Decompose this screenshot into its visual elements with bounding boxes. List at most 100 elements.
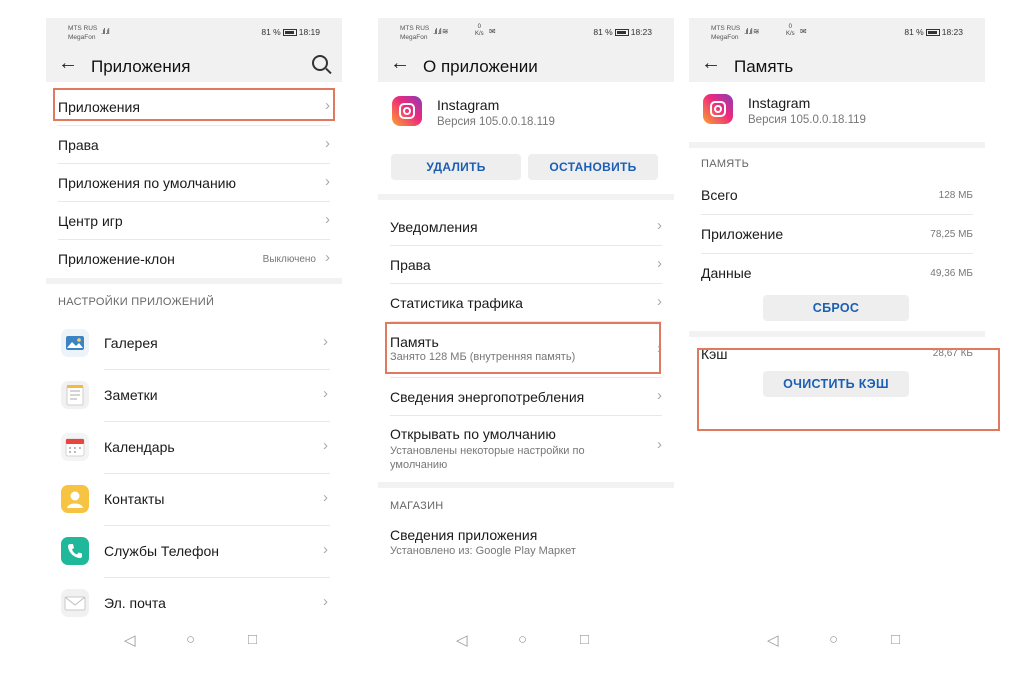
row-label: Статистика трафика: [390, 295, 523, 311]
chevron-right-icon: ›: [325, 135, 330, 152]
back-arrow-icon[interactable]: ←: [390, 52, 410, 75]
app-row-calendar[interactable]: Календарь ›: [58, 422, 342, 474]
gallery-icon: [61, 329, 89, 357]
back-arrow-icon[interactable]: ←: [58, 52, 78, 75]
screen-storage: MTS RUS MegaFon .ıl .ıl ≋ 0 K/s ✉ 81 % 18:…: [689, 18, 985, 663]
app-name: Эл. почта: [104, 595, 166, 611]
app-row-contacts[interactable]: Контакты ›: [58, 474, 342, 526]
highlight-box: [53, 88, 335, 121]
clock: 18:23: [630, 27, 652, 37]
contacts-icon: [61, 485, 89, 513]
back-triangle-icon[interactable]: ◁: [124, 631, 136, 649]
row-subtitle: Установлены некоторые настройки по умолч…: [390, 445, 585, 471]
app-name: Instagram: [437, 97, 500, 113]
chevron-right-icon: ›: [657, 293, 662, 310]
chevron-right-icon: ›: [325, 173, 330, 190]
back-triangle-icon[interactable]: ◁: [456, 631, 468, 649]
app-header: Instagram Версия 105.0.0.18.119: [378, 82, 674, 146]
chevron-right-icon: ›: [323, 593, 328, 610]
force-stop-button[interactable]: ОСТАНОВИТЬ: [528, 154, 658, 180]
storage-row-app: Приложение 78,25 МБ: [701, 215, 973, 254]
info-row-open-by-default[interactable]: Открывать по умолчанию Установлены некот…: [390, 416, 662, 482]
battery-icon: [925, 29, 940, 36]
row-value: 78,25 МБ: [930, 229, 973, 240]
uninstall-button[interactable]: УДАЛИТЬ: [391, 154, 521, 180]
battery-percent: 81 %: [261, 27, 281, 37]
info-row-permissions[interactable]: Права ›: [390, 246, 662, 284]
chevron-right-icon: ›: [323, 541, 328, 558]
settings-row-game-center[interactable]: Центр игр ›: [58, 202, 330, 240]
app-bar: ← Память: [689, 48, 985, 82]
app-row-phone-services[interactable]: Службы Телефон ›: [58, 526, 342, 578]
row-label: Приложение-клон: [58, 251, 175, 267]
status-bar: MTS RUS MegaFon .ıl .ıl ≋ 0 K/s ✉ 81 % 18:…: [689, 18, 985, 48]
status-bar: MTS RUS MegaFon .ıl .ıl ≋ 0 K/s ✉ 81 % 18:…: [378, 18, 674, 48]
chevron-right-icon: ›: [657, 436, 662, 453]
info-row-power-usage[interactable]: Сведения энергопотребления ›: [390, 378, 662, 416]
section-header: ПАМЯТЬ: [701, 158, 750, 170]
row-label: Данные: [701, 265, 752, 281]
app-row-gallery[interactable]: Галерея ›: [58, 318, 342, 370]
row-label: Открывать по умолчанию: [390, 426, 556, 442]
app-bar: ← Приложения: [46, 48, 342, 82]
app-row-notes[interactable]: Заметки ›: [58, 370, 342, 422]
chevron-right-icon: ›: [323, 437, 328, 454]
row-label: Всего: [701, 187, 738, 203]
signal-icon: .ıl .ıl ≋: [433, 27, 449, 36]
app-name: Галерея: [104, 335, 158, 351]
battery-percent: 81 %: [904, 27, 924, 37]
info-row-app-details[interactable]: Сведения приложения Установлено из: Goog…: [390, 516, 662, 566]
storage-row-total: Всего 128 МБ: [701, 176, 973, 215]
app-header: Instagram Версия 105.0.0.18.119: [689, 82, 985, 142]
highlight-box: [697, 348, 1000, 431]
reset-button[interactable]: СБРОС: [763, 295, 909, 321]
carrier-name-2: MegaFon: [68, 34, 96, 41]
highlight-box: [385, 322, 661, 374]
app-row-email[interactable]: Эл. почта ›: [58, 578, 342, 630]
chevron-right-icon: ›: [323, 489, 328, 506]
settings-row-default-apps[interactable]: Приложения по умолчанию ›: [58, 164, 330, 202]
calendar-icon: [61, 433, 89, 461]
back-triangle-icon[interactable]: ◁: [767, 631, 779, 649]
home-circle-icon[interactable]: ○: [829, 631, 838, 648]
page-title: Приложения: [91, 57, 191, 76]
home-circle-icon[interactable]: ○: [186, 631, 195, 648]
mail-icon: ✉: [800, 27, 807, 36]
settings-row-permissions[interactable]: Права ›: [58, 126, 330, 164]
row-label: Сведения приложения: [390, 527, 538, 543]
navigation-bar: ◁ ○ □: [689, 629, 985, 653]
settings-row-app-twin[interactable]: Приложение-клон Выключено ›: [58, 240, 330, 278]
recents-square-icon[interactable]: □: [248, 631, 257, 648]
recents-square-icon[interactable]: □: [891, 631, 900, 648]
navigation-bar: ◁ ○ □: [378, 629, 674, 653]
chevron-right-icon: ›: [323, 385, 328, 402]
row-value: 128 МБ: [938, 190, 973, 201]
info-row-notifications[interactable]: Уведомления ›: [390, 208, 662, 246]
carrier-name: MTS RUS: [68, 25, 98, 32]
app-name: Instagram: [748, 95, 811, 111]
carrier-name: MTS RUS: [711, 25, 741, 32]
app-name: Контакты: [104, 491, 165, 507]
clock: 18:23: [941, 27, 963, 37]
search-icon[interactable]: [312, 55, 328, 71]
section-header: НАСТРОЙКИ ПРИЛОЖЕНИЙ: [58, 296, 215, 308]
info-row-traffic[interactable]: Статистика трафика ›: [390, 284, 662, 322]
chevron-right-icon: ›: [657, 255, 662, 272]
recents-square-icon[interactable]: □: [580, 631, 589, 648]
section-header: МАГАЗИН: [390, 500, 444, 512]
row-label: Приложения по умолчанию: [58, 175, 236, 191]
home-circle-icon[interactable]: ○: [518, 631, 527, 648]
row-value: 49,36 МБ: [930, 268, 973, 279]
carrier-name: MTS RUS: [400, 25, 430, 32]
carrier-name-2: MegaFon: [400, 34, 428, 41]
app-name: Заметки: [104, 387, 158, 403]
status-bar: MTS RUS MegaFon .ıl .ıl 81 % 18:19: [46, 18, 342, 48]
row-label: Сведения энергопотребления: [390, 389, 585, 405]
navigation-bar: ◁ ○ □: [46, 629, 342, 653]
carrier-name-2: MegaFon: [711, 34, 739, 41]
notes-icon: [61, 381, 89, 409]
mail-icon: ✉: [489, 27, 496, 36]
instagram-icon: [392, 96, 422, 126]
app-version: Версия 105.0.0.18.119: [437, 116, 555, 128]
back-arrow-icon[interactable]: ←: [701, 52, 721, 75]
